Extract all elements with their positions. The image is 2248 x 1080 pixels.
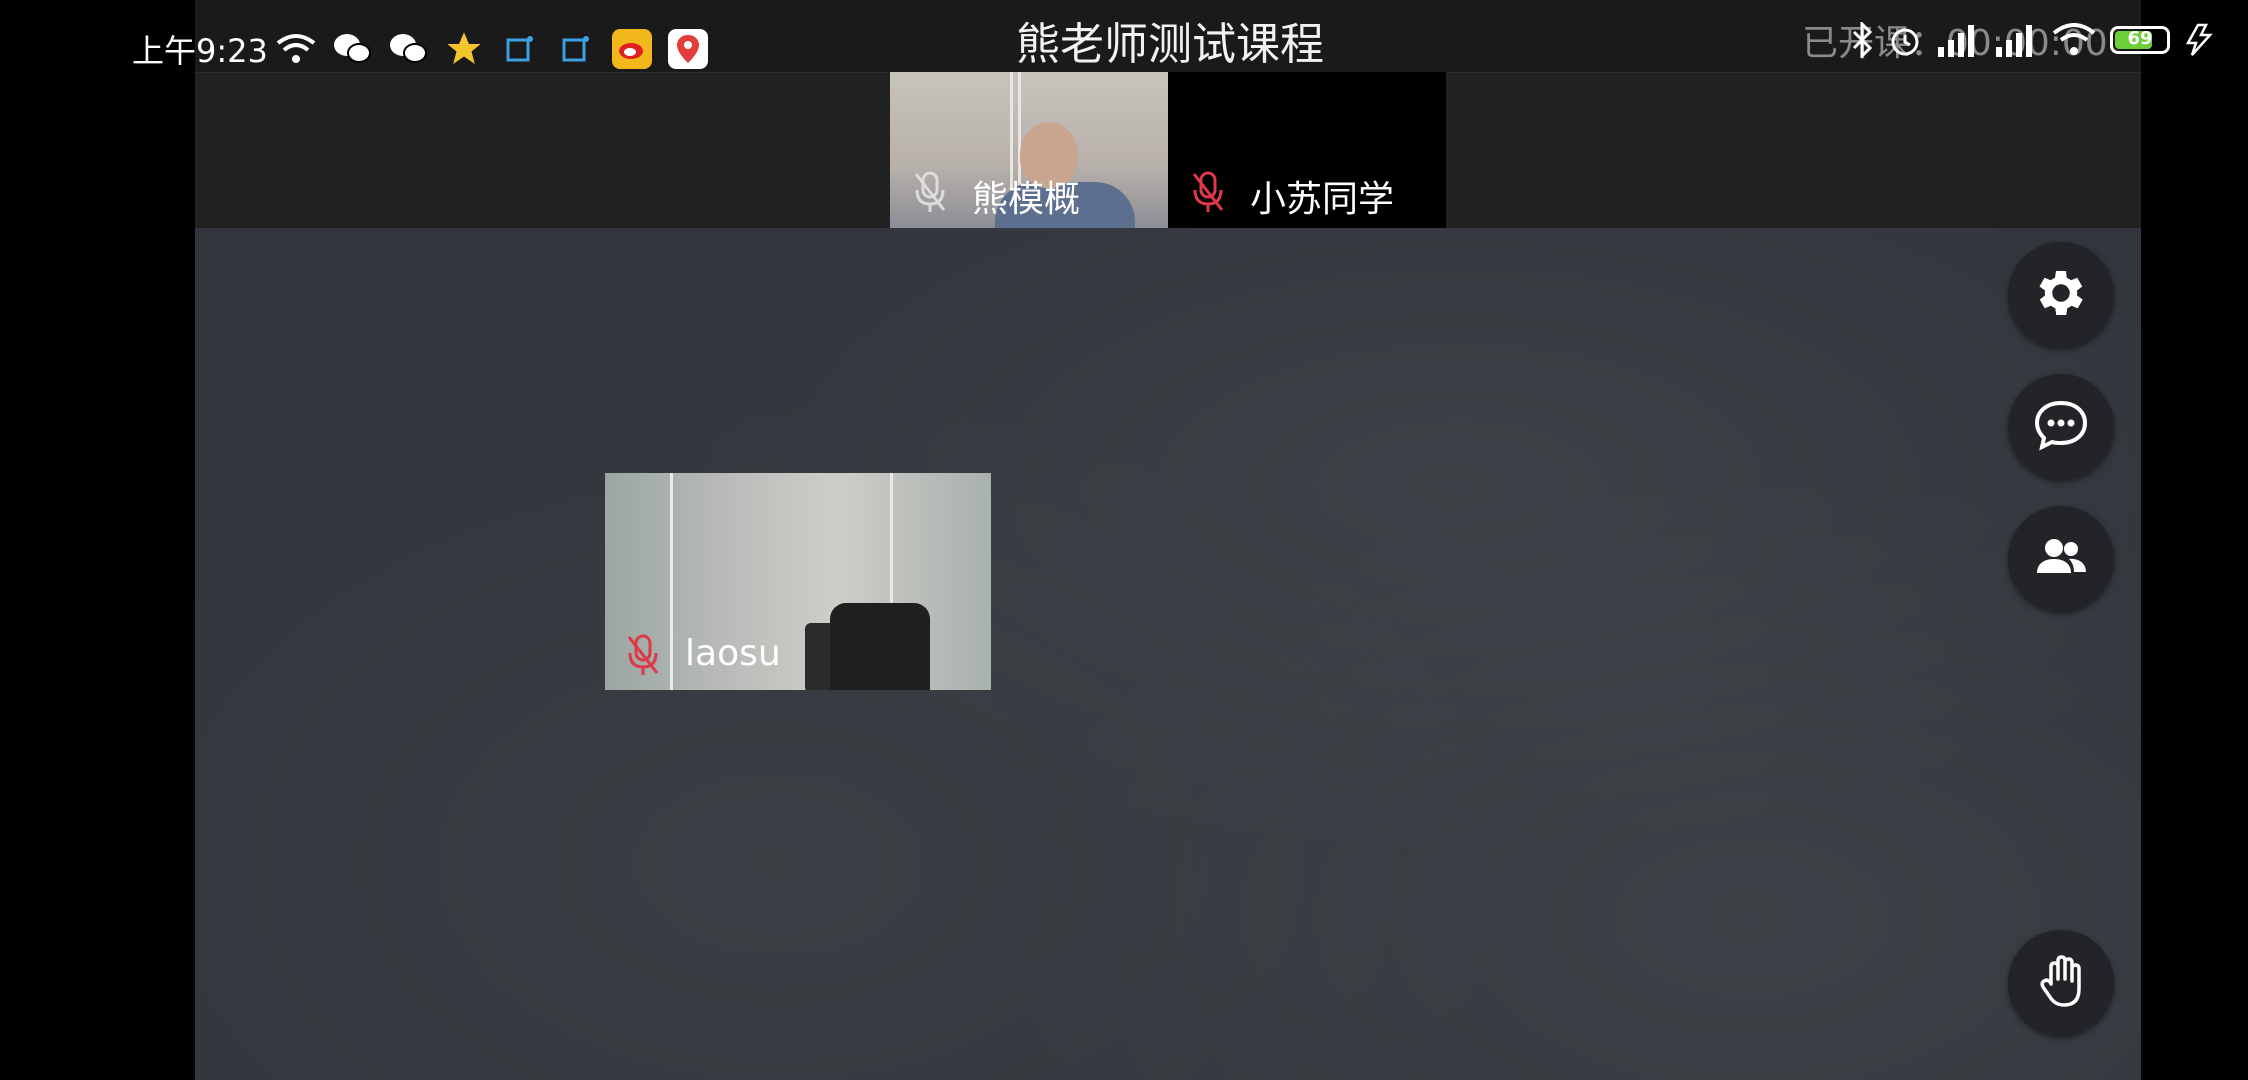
wifi-icon <box>2052 23 2096 57</box>
baidu-map-app-icon <box>666 27 710 71</box>
wechat-icon-2 <box>386 27 430 71</box>
weibo-app-icon <box>610 27 654 71</box>
gear-icon <box>2031 263 2091 327</box>
mic-muted-icon <box>625 633 661 683</box>
video-name-label: 小苏同学 <box>1250 179 1395 220</box>
people-icon <box>2031 527 2091 591</box>
raise-hand-icon <box>2031 951 2091 1015</box>
video-name-label: 熊模概 <box>972 179 1081 220</box>
mic-muted-icon <box>1190 170 1226 220</box>
wechat-icon <box>330 27 374 71</box>
status-bar-right: 69 <box>1850 22 2228 58</box>
chat-button[interactable] <box>2008 374 2114 480</box>
video-tile-teacher[interactable]: 熊模概 <box>890 72 1168 228</box>
chat-icon <box>2031 395 2091 459</box>
participants-button[interactable] <box>2008 506 2114 612</box>
status-bar-left: 上午9:23 <box>132 26 722 72</box>
video-name-label: laosu <box>685 633 781 674</box>
bluetooth-icon <box>1850 22 1874 58</box>
notification-box-icon <box>498 27 542 71</box>
charging-icon <box>2184 23 2214 57</box>
star-icon <box>442 27 486 71</box>
settings-button[interactable] <box>2008 242 2114 348</box>
video-tile-laosu[interactable]: laosu <box>605 473 991 690</box>
battery-level: 69 <box>2127 28 2153 49</box>
mic-muted-icon <box>912 170 948 220</box>
status-time: 上午9:23 <box>132 32 268 70</box>
raise-hand-button[interactable] <box>2008 930 2114 1036</box>
video-tile-student[interactable]: 小苏同学 <box>1168 72 1446 228</box>
battery-icon: 69 <box>2110 26 2170 54</box>
notification-box-icon-2 <box>554 27 598 71</box>
signal-icon <box>1936 23 1980 57</box>
wifi-share-icon <box>274 27 318 71</box>
signal-icon-2 <box>1994 23 2038 57</box>
alarm-icon <box>1888 23 1922 57</box>
